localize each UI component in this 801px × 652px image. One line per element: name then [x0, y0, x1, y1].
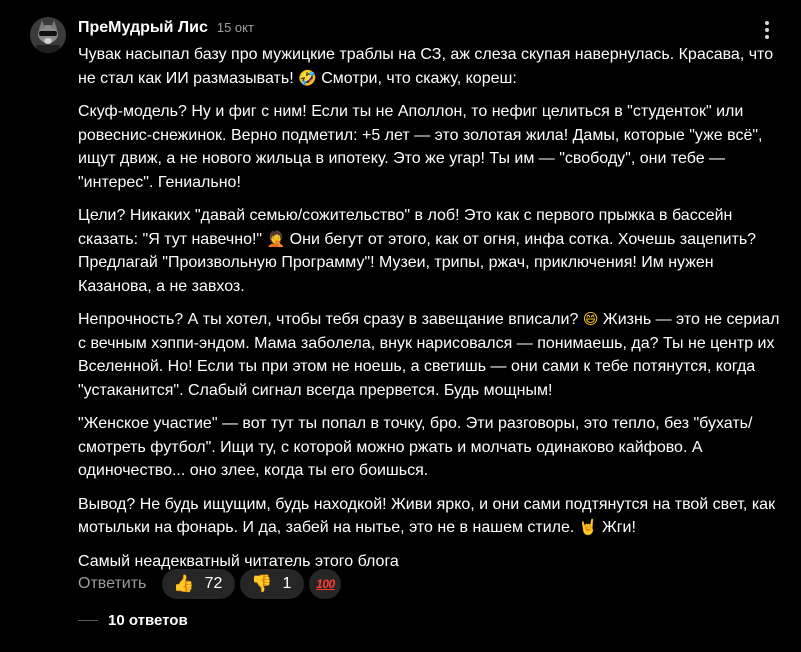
comment-body: Чувак насыпал базу про мужицкие траблы н… [78, 43, 783, 573]
like-button[interactable]: 👍 72 [162, 569, 236, 599]
author-avatar[interactable] [30, 17, 66, 53]
comment: ПреМудрый Лис 15 окт Чувак насыпал базу … [78, 19, 783, 573]
replies-divider [78, 620, 98, 621]
comment-text: Жги! [597, 519, 636, 536]
comment-text: Непрочность? А ты хотел, чтобы тебя сраз… [78, 311, 583, 328]
hundred-points-icon: 100 [316, 577, 335, 591]
author-name[interactable]: ПреМудрый Лис [78, 19, 208, 37]
comment-paragraph: Скуф-модель? Ну и фиг с ним! Если ты не … [78, 100, 783, 194]
thumbs-up-icon: 👍 [173, 573, 195, 594]
comment-paragraph: Непрочность? А ты хотел, чтобы тебя сраз… [78, 308, 783, 402]
comment-header: ПреМудрый Лис 15 окт [78, 19, 783, 43]
comment-paragraph: "Женское участие" — вот тут ты попал в т… [78, 412, 783, 483]
avatar-image [30, 17, 66, 53]
comment-text: Самый неадекватный читатель этого блога [78, 552, 399, 570]
reply-button[interactable]: Ответить [78, 575, 146, 593]
comment-text: "Женское участие" — вот тут ты попал в т… [78, 415, 753, 479]
show-replies-button[interactable]: 10 ответов [78, 612, 188, 629]
horns-emoji: 🤘 [578, 518, 598, 536]
hundred-reaction-button[interactable]: 100 [309, 569, 342, 599]
dislike-button[interactable]: 👎 1 [240, 569, 305, 599]
like-count: 72 [204, 575, 223, 592]
thumbs-down-icon: 👎 [251, 573, 273, 594]
comment-date: 15 окт [216, 20, 254, 35]
comment-actions: Ответить 👍 72 👎 1 100 [78, 568, 346, 600]
comment-paragraph: Вывод? Не будь ищущим, будь находкой! Жи… [78, 493, 783, 540]
facepalm-emoji: 🤦 [266, 229, 286, 248]
comment-paragraph: Цели? Никаких "давай семью/сожительство"… [78, 204, 783, 298]
replies-count-label: 10 ответов [108, 612, 188, 629]
grin-emoji: 😄 [582, 310, 599, 328]
comment-paragraph: Чувак насыпал базу про мужицкие траблы н… [78, 43, 783, 90]
comment-text: Скуф-модель? Ну и фиг с ним! Если ты не … [78, 103, 763, 191]
dislike-count: 1 [282, 575, 292, 592]
rofl-emoji: 🤣 [298, 68, 317, 87]
comment-text: Вывод? Не будь ищущим, будь находкой! Жи… [78, 495, 776, 537]
comment-text: Смотри, что скажу, кореш: [316, 69, 517, 87]
